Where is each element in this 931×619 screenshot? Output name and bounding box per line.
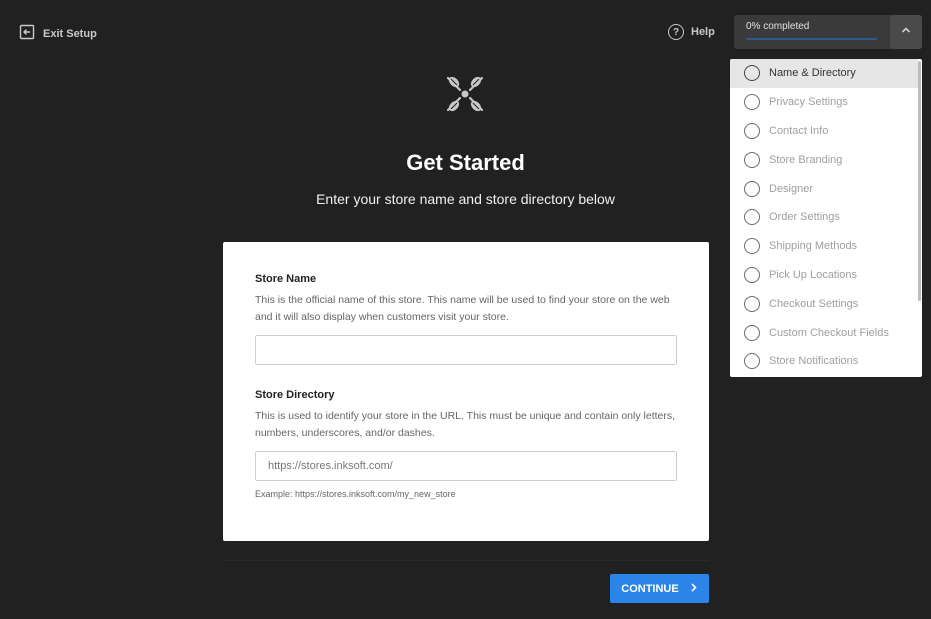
store-name-description: This is the official name of this store.… [255, 294, 670, 323]
radio-unchecked-icon [744, 209, 760, 226]
chevron-up-icon [900, 23, 912, 41]
store-directory-description: This is used to identify your store in t… [255, 410, 676, 439]
step-item[interactable]: Name & Directory [730, 59, 918, 88]
progress-indicator[interactable]: 0% completed [734, 15, 890, 49]
progress-label: 0% completed [746, 21, 810, 32]
steps-toggle-button[interactable] [890, 15, 922, 49]
store-directory-input[interactable] [255, 451, 677, 481]
radio-unchecked-icon [744, 65, 760, 82]
steps-list: Name & Directory Privacy Settings Contact … [730, 59, 922, 376]
step-item[interactable]: Custom Checkout Fields [730, 318, 918, 347]
step-item[interactable]: Contact Info [730, 117, 918, 146]
step-item[interactable]: Shipping Methods [730, 232, 918, 261]
page-title: Get Started [406, 150, 525, 175]
radio-unchecked-icon [744, 122, 760, 139]
store-name-label: Store Name [255, 273, 317, 285]
step-label: Order Settings [769, 211, 840, 224]
footer-divider [223, 560, 709, 561]
radio-unchecked-icon [744, 353, 760, 370]
exit-setup-label: Exit Setup [43, 27, 97, 40]
step-item[interactable]: Checkout Settings [730, 289, 918, 318]
help-label: Help [691, 26, 715, 38]
continue-label: CONTINUE [621, 582, 679, 595]
exit-icon [19, 24, 35, 43]
radio-unchecked-icon [744, 238, 760, 255]
step-item[interactable]: Store Notifications [730, 347, 918, 376]
step-label: Shipping Methods [769, 240, 858, 253]
step-label: Store Notifications [769, 355, 859, 368]
step-item[interactable]: Privacy Settings [730, 88, 918, 117]
help-button[interactable]: ? Help [668, 24, 715, 40]
store-directory-label: Store Directory [255, 389, 335, 401]
store-name-input[interactable] [255, 335, 677, 365]
continue-button[interactable]: CONTINUE [610, 574, 709, 603]
step-label: Custom Checkout Fields [769, 326, 889, 339]
chevron-right-icon [689, 582, 698, 595]
step-label: Checkout Settings [769, 297, 859, 310]
step-label: Contact Info [769, 124, 829, 137]
progress-bar [746, 38, 877, 40]
step-label: Pick Up Locations [769, 268, 858, 281]
radio-unchecked-icon [744, 266, 760, 283]
page-subtitle: Enter your store name and store director… [316, 191, 615, 207]
inksoft-logo [441, 70, 489, 118]
step-item[interactable]: Pick Up Locations [730, 261, 918, 290]
step-item[interactable]: Order Settings [730, 203, 918, 232]
help-icon: ? [668, 24, 684, 40]
store-directory-example: Example: https://stores.inksoft.com/my_n… [255, 489, 456, 499]
step-label: Privacy Settings [769, 96, 848, 109]
steps-dropdown: Name & Directory Privacy Settings Contact … [730, 59, 922, 377]
radio-unchecked-icon [744, 324, 760, 341]
setup-form-card: Store Name This is the official name of … [223, 242, 709, 541]
exit-setup-button[interactable]: Exit Setup [19, 24, 97, 43]
radio-unchecked-icon [744, 94, 760, 111]
radio-unchecked-icon [744, 295, 760, 312]
steps-scrollbar[interactable] [918, 61, 921, 301]
step-label: Name & Directory [769, 67, 856, 80]
